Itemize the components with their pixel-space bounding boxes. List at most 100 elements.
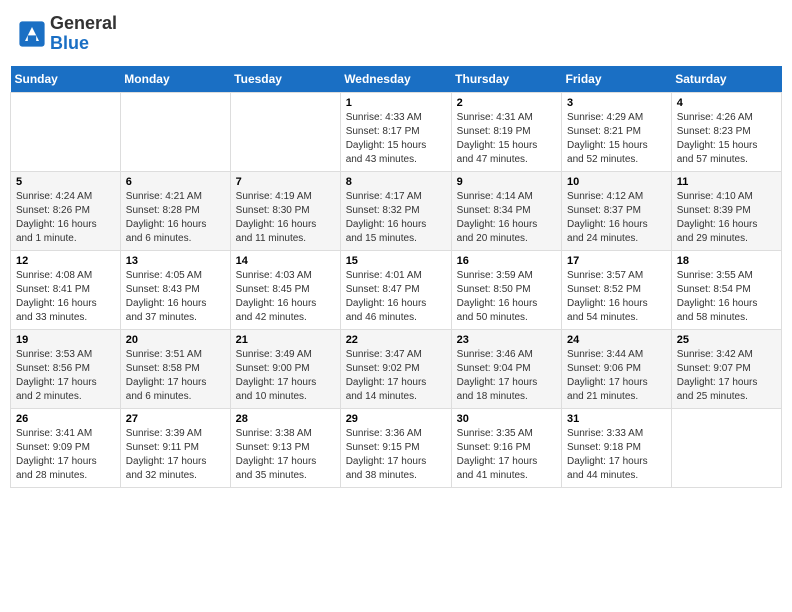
calendar-cell [11,92,121,171]
day-number: 25 [677,334,776,346]
day-number: 9 [457,176,556,188]
day-info: Sunrise: 3:49 AM Sunset: 9:00 PM Dayligh… [236,348,335,404]
calendar-cell: 24 Sunrise: 3:44 AM Sunset: 9:06 PM Dayli… [562,329,672,408]
calendar-cell: 4 Sunrise: 4:26 AM Sunset: 8:23 PM Daylig… [671,92,781,171]
calendar-cell: 16 Sunrise: 3:59 AM Sunset: 8:50 PM Dayli… [451,250,561,329]
calendar-cell: 28 Sunrise: 3:38 AM Sunset: 9:13 PM Dayli… [230,408,340,487]
calendar-cell: 11 Sunrise: 4:10 AM Sunset: 8:39 PM Dayli… [671,171,781,250]
weekday-header-thursday: Thursday [451,66,561,93]
day-info: Sunrise: 3:38 AM Sunset: 9:13 PM Dayligh… [236,427,335,483]
day-info: Sunrise: 3:35 AM Sunset: 9:16 PM Dayligh… [457,427,556,483]
weekday-header-friday: Friday [562,66,672,93]
day-number: 10 [567,176,666,188]
day-number: 28 [236,413,335,425]
day-info: Sunrise: 3:47 AM Sunset: 9:02 PM Dayligh… [346,348,446,404]
day-number: 1 [346,97,446,109]
logo: GeneralBlue [18,14,117,54]
calendar-cell: 22Sunrise: 3:47 AM Sunset: 9:02 PM Dayli… [340,329,451,408]
day-info: Sunrise: 3:42 AM Sunset: 9:07 PM Dayligh… [677,348,776,404]
day-info: Sunrise: 4:24 AM Sunset: 8:26 PM Dayligh… [16,190,115,246]
day-info: Sunrise: 4:12 AM Sunset: 8:37 PM Dayligh… [567,190,666,246]
day-number: 31 [567,413,666,425]
calendar-cell: 9 Sunrise: 4:14 AM Sunset: 8:34 PM Daylig… [451,171,561,250]
weekday-header-tuesday: Tuesday [230,66,340,93]
day-number: 19 [16,334,115,346]
day-info: Sunrise: 3:55 AM Sunset: 8:54 PM Dayligh… [677,269,776,325]
logo-text: GeneralBlue [50,14,117,54]
calendar-cell: 30 Sunrise: 3:35 AM Sunset: 9:16 PM Dayli… [451,408,561,487]
weekday-header-wednesday: Wednesday [340,66,451,93]
calendar-cell: 10 Sunrise: 4:12 AM Sunset: 8:37 PM Dayli… [562,171,672,250]
day-number: 21 [236,334,335,346]
calendar-cell: 8 Sunrise: 4:17 AM Sunset: 8:32 PM Daylig… [340,171,451,250]
day-info: Sunrise: 4:17 AM Sunset: 8:32 PM Dayligh… [346,190,446,246]
calendar-cell: 3Sunrise: 4:29 AM Sunset: 8:21 PM Daylig… [562,92,672,171]
calendar-cell: 31Sunrise: 3:33 AM Sunset: 9:18 PM Dayli… [562,408,672,487]
day-number: 26 [16,413,115,425]
day-number: 7 [236,176,335,188]
day-info: Sunrise: 4:14 AM Sunset: 8:34 PM Dayligh… [457,190,556,246]
day-info: Sunrise: 4:10 AM Sunset: 8:39 PM Dayligh… [677,190,776,246]
day-number: 12 [16,255,115,267]
weekday-header-saturday: Saturday [671,66,781,93]
day-number: 24 [567,334,666,346]
calendar-cell [120,92,230,171]
calendar-cell: 20 Sunrise: 3:51 AM Sunset: 8:58 PM Dayli… [120,329,230,408]
day-info: Sunrise: 4:33 AM Sunset: 8:17 PM Dayligh… [346,111,446,167]
day-info: Sunrise: 4:08 AM Sunset: 8:41 PM Dayligh… [16,269,115,325]
day-number: 23 [457,334,556,346]
day-info: Sunrise: 4:29 AM Sunset: 8:21 PM Dayligh… [567,111,666,167]
day-number: 11 [677,176,776,188]
day-number: 29 [346,413,446,425]
day-info: Sunrise: 3:57 AM Sunset: 8:52 PM Dayligh… [567,269,666,325]
day-info: Sunrise: 4:26 AM Sunset: 8:23 PM Dayligh… [677,111,776,167]
calendar-cell: 21 Sunrise: 3:49 AM Sunset: 9:00 PM Dayli… [230,329,340,408]
calendar-cell: 23 Sunrise: 3:46 AM Sunset: 9:04 PM Dayli… [451,329,561,408]
day-number: 5 [16,176,115,188]
day-number: 8 [346,176,446,188]
calendar-cell: 29 Sunrise: 3:36 AM Sunset: 9:15 PM Dayli… [340,408,451,487]
weekday-header-sunday: Sunday [11,66,121,93]
day-info: Sunrise: 4:31 AM Sunset: 8:19 PM Dayligh… [457,111,556,167]
calendar-cell: 13 Sunrise: 4:05 AM Sunset: 8:43 PM Dayli… [120,250,230,329]
day-info: Sunrise: 3:53 AM Sunset: 8:56 PM Dayligh… [16,348,115,404]
day-info: Sunrise: 3:44 AM Sunset: 9:06 PM Dayligh… [567,348,666,404]
calendar-cell: 2 Sunrise: 4:31 AM Sunset: 8:19 PM Daylig… [451,92,561,171]
day-number: 6 [126,176,225,188]
calendar-cell: 17 Sunrise: 3:57 AM Sunset: 8:52 PM Dayli… [562,250,672,329]
day-number: 20 [126,334,225,346]
calendar-cell [230,92,340,171]
day-info: Sunrise: 4:03 AM Sunset: 8:45 PM Dayligh… [236,269,335,325]
logo-icon [18,20,46,48]
calendar-cell [671,408,781,487]
day-info: Sunrise: 3:39 AM Sunset: 9:11 PM Dayligh… [126,427,225,483]
weekday-header-monday: Monday [120,66,230,93]
day-info: Sunrise: 3:51 AM Sunset: 8:58 PM Dayligh… [126,348,225,404]
day-number: 17 [567,255,666,267]
calendar-cell: 6 Sunrise: 4:21 AM Sunset: 8:28 PM Daylig… [120,171,230,250]
day-number: 30 [457,413,556,425]
calendar-cell: 27 Sunrise: 3:39 AM Sunset: 9:11 PM Dayli… [120,408,230,487]
day-number: 18 [677,255,776,267]
calendar-cell: 25 Sunrise: 3:42 AM Sunset: 9:07 PM Dayli… [671,329,781,408]
page-header: GeneralBlue [10,10,782,58]
calendar-cell: 14 Sunrise: 4:03 AM Sunset: 8:45 PM Dayli… [230,250,340,329]
calendar-cell: 15 Sunrise: 4:01 AM Sunset: 8:47 PM Dayli… [340,250,451,329]
day-number: 13 [126,255,225,267]
calendar-cell: 5 Sunrise: 4:24 AM Sunset: 8:26 PM Daylig… [11,171,121,250]
day-number: 4 [677,97,776,109]
day-info: Sunrise: 3:36 AM Sunset: 9:15 PM Dayligh… [346,427,446,483]
day-number: 27 [126,413,225,425]
day-info: Sunrise: 3:46 AM Sunset: 9:04 PM Dayligh… [457,348,556,404]
day-info: Sunrise: 4:01 AM Sunset: 8:47 PM Dayligh… [346,269,446,325]
day-info: Sunrise: 4:21 AM Sunset: 8:28 PM Dayligh… [126,190,225,246]
calendar-cell: 19 Sunrise: 3:53 AM Sunset: 8:56 PM Dayli… [11,329,121,408]
day-number: 16 [457,255,556,267]
day-number: 15 [346,255,446,267]
day-number: 2 [457,97,556,109]
calendar-cell: 1 Sunrise: 4:33 AM Sunset: 8:17 PM Daylig… [340,92,451,171]
day-info: Sunrise: 4:19 AM Sunset: 8:30 PM Dayligh… [236,190,335,246]
day-info: Sunrise: 4:05 AM Sunset: 8:43 PM Dayligh… [126,269,225,325]
day-number: 14 [236,255,335,267]
day-info: Sunrise: 3:59 AM Sunset: 8:50 PM Dayligh… [457,269,556,325]
